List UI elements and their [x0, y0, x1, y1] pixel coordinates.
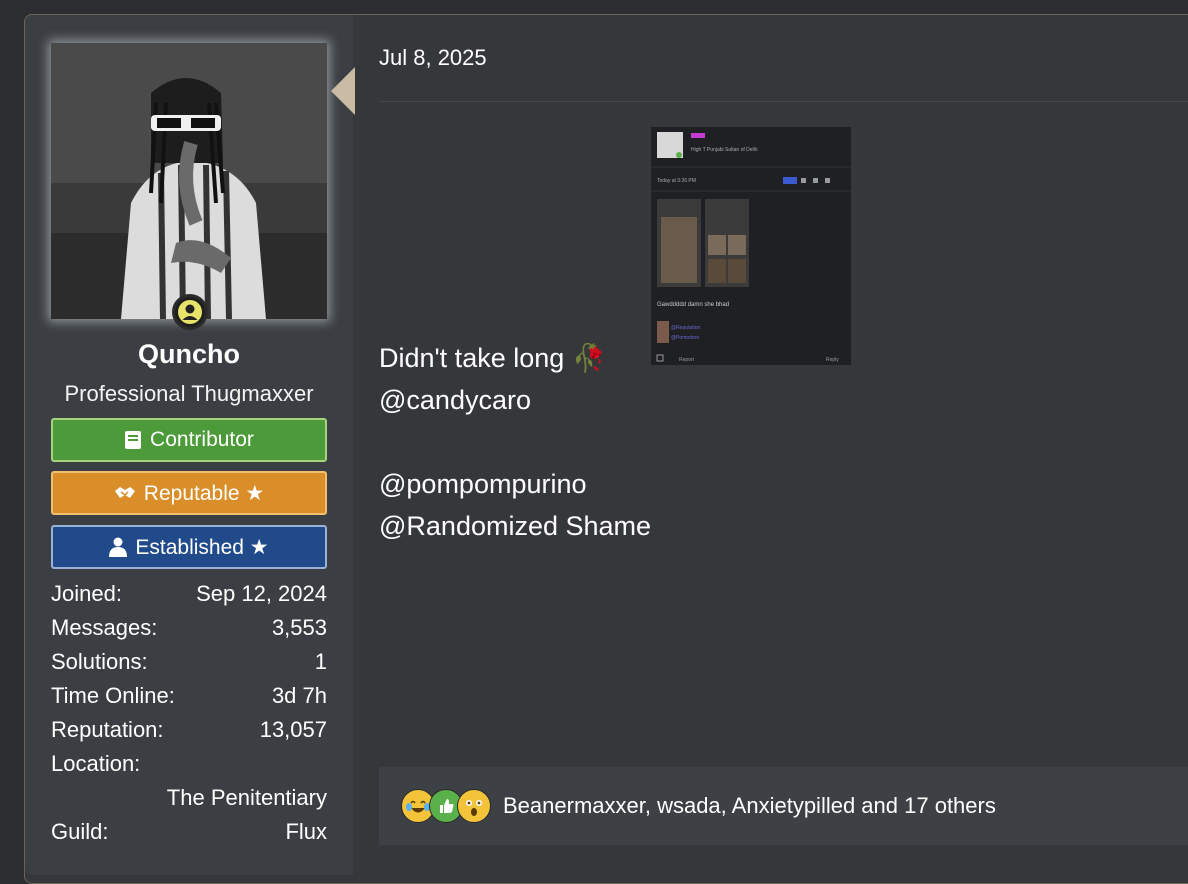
wilted-rose-icon: 🥀 — [572, 343, 606, 373]
stat-label: Reputation: — [51, 717, 164, 742]
user-title: Professional Thugmaxxer — [64, 381, 314, 406]
mention-link[interactable]: @pompompurino — [379, 465, 587, 503]
post-content: Jul 8, 2025 High T Punjabi Sultan of Del… — [353, 15, 1188, 875]
shocked-icon — [457, 789, 491, 823]
book-icon — [125, 431, 142, 449]
stat-location: Location: — [51, 749, 327, 783]
stat-label: Location: — [51, 751, 141, 776]
forum-post: Quncho Professional Thugmaxxer Contribut… — [24, 14, 1188, 884]
avatar-photo — [51, 43, 327, 319]
embed-reply: Reply — [826, 357, 839, 363]
post-arrow — [331, 67, 355, 115]
stat-guild: Guild: Flux — [51, 817, 327, 851]
reaction-users-link[interactable]: Beanermaxxer, wsada, Anxietypilled and 1… — [503, 793, 996, 819]
stat-value: 13,057 — [259, 717, 327, 742]
banner-label: Established ★ — [135, 535, 269, 559]
handshake-icon — [114, 487, 135, 498]
body-text: Didn't take long — [379, 343, 565, 373]
reactions-bar[interactable]: Beanermaxxer, wsada, Anxietypilled and 1… — [379, 767, 1188, 845]
embed-time: Today at 3:26 PM — [657, 178, 696, 184]
mention-line: @Randomized Shame — [379, 505, 651, 547]
stat-time-online: Time Online: 3d 7h — [51, 681, 327, 715]
body-line: Didn't take long 🥀 — [379, 337, 651, 379]
banner-label: Contributor — [150, 428, 254, 451]
stat-label: Joined: — [51, 581, 122, 606]
user-sidebar: Quncho Professional Thugmaxxer Contribut… — [25, 15, 355, 875]
stat-solutions: Solutions: 1 — [51, 647, 327, 681]
reaction-icons — [401, 789, 491, 823]
embed-caption: Gawddddd damn she bhad — [657, 302, 729, 308]
embed-user-line: High T Punjabi Sultan of Delhi — [691, 147, 758, 153]
embed-report: Report — [679, 357, 695, 363]
stat-label: Guild: — [51, 819, 109, 844]
post-body: Didn't take long 🥀 @candycaro @pompompur… — [379, 337, 651, 547]
user-stats: Joined: Sep 12, 2024 Messages: 3,553 Sol… — [51, 579, 327, 851]
post-date[interactable]: Jul 8, 2025 — [379, 45, 487, 71]
stat-value: 3d 7h — [271, 683, 327, 708]
header-divider — [379, 101, 1188, 102]
person-icon — [109, 537, 128, 557]
stat-label: Solutions: — [51, 649, 148, 674]
stat-joined: Joined: Sep 12, 2024 — [51, 579, 327, 613]
stat-value: Sep 12, 2024 — [196, 581, 327, 606]
stat-value[interactable]: The Penitentiary — [167, 783, 327, 817]
user-circle-icon — [182, 304, 198, 320]
embedded-screenshot[interactable]: High T Punjabi Sultan of Delhi Today at … — [651, 127, 851, 365]
stat-location-value: The Penitentiary — [51, 783, 327, 817]
mention-line: @pompompurino — [379, 463, 651, 505]
stat-label: Messages: — [51, 615, 158, 640]
mention-link[interactable]: @candycaro — [379, 381, 531, 419]
banner-established: Established ★ — [51, 525, 327, 569]
stat-value: Flux — [285, 819, 327, 844]
screenshot-image: High T Punjabi Sultan of Delhi Today at … — [651, 127, 851, 365]
stat-value: 1 — [314, 649, 327, 674]
online-status-badge — [172, 294, 208, 330]
stat-value[interactable]: 3,553 — [272, 613, 327, 647]
banner-label: Reputable ★ — [143, 481, 265, 505]
mention-line: @candycaro — [379, 379, 651, 421]
embed-mention-a: @Reputation — [671, 325, 700, 331]
banner-reputable: Reputable ★ — [51, 471, 327, 515]
username[interactable]: Quncho — [25, 339, 353, 370]
stat-reputation: Reputation: 13,057 — [51, 715, 327, 749]
banner-contributor: Contributor — [51, 418, 327, 462]
avatar[interactable] — [51, 43, 327, 319]
embed-mention-b: @Pomodoro — [671, 335, 699, 341]
stat-messages: Messages: 3,553 — [51, 613, 327, 647]
stat-label: Time Online: — [51, 683, 175, 708]
mention-link[interactable]: @Randomized Shame — [379, 507, 651, 545]
